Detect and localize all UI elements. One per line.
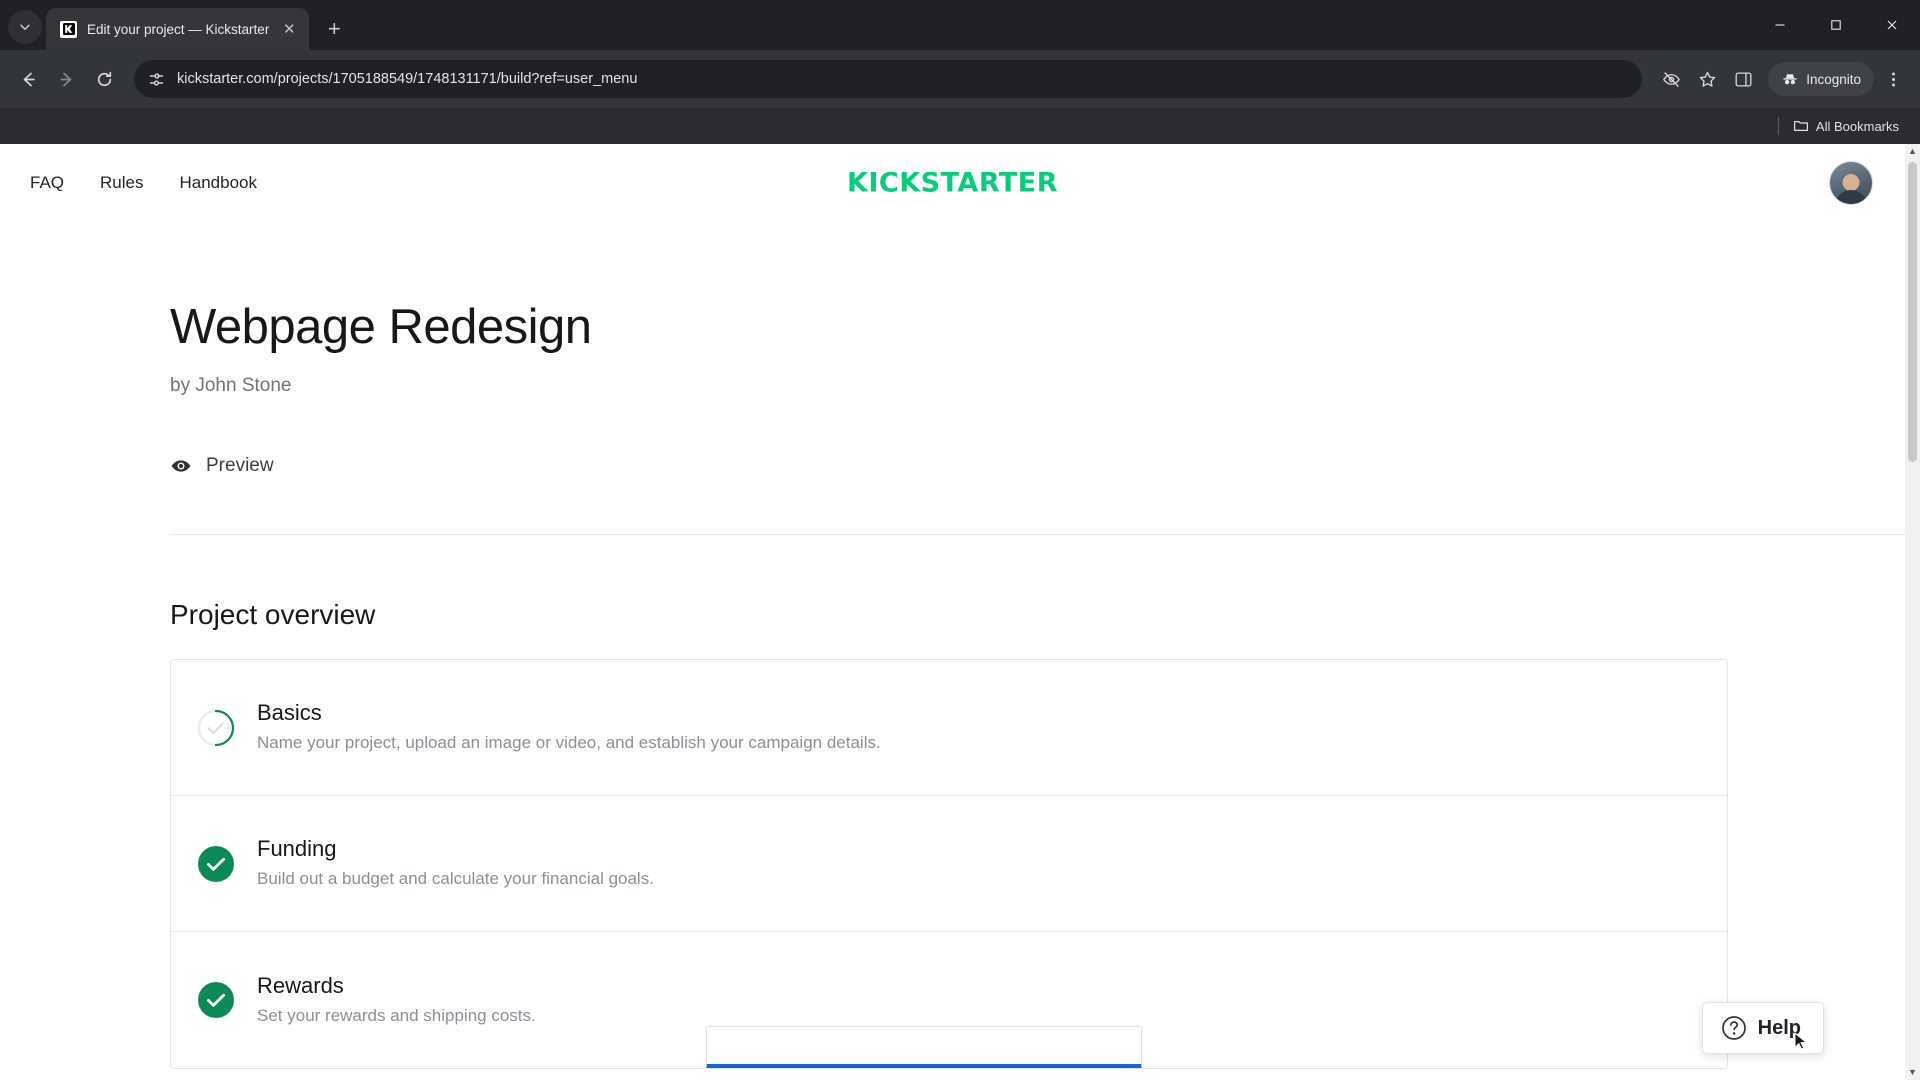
tab-close-icon[interactable]: ✕ xyxy=(279,19,299,39)
address-bar[interactable]: kickstarter.com/projects/1705188549/1748… xyxy=(134,60,1643,98)
checklist-item-rewards[interactable]: Rewards Set your rewards and shipping co… xyxy=(171,932,1727,1069)
circle-check-filled-icon xyxy=(197,845,235,883)
page-scrollbar[interactable]: ▲ ▼ xyxy=(1905,144,1920,1080)
focused-input-underline[interactable] xyxy=(706,1026,1142,1069)
checklist-item-description: Set your rewards and shipping costs. xyxy=(257,1005,536,1025)
site-settings-icon[interactable] xyxy=(148,71,165,88)
checklist-item-title: Rewards xyxy=(257,972,344,998)
three-dot-menu-icon[interactable] xyxy=(1876,62,1910,96)
incognito-hat-icon xyxy=(1781,70,1799,88)
site-header: FAQ Rules Handbook KICKSTARTER xyxy=(0,144,1905,222)
minimize-button[interactable] xyxy=(1752,0,1808,50)
close-window-button[interactable] xyxy=(1864,0,1920,50)
question-mark-circle-icon xyxy=(1721,1015,1747,1041)
nav-link-faq[interactable]: FAQ xyxy=(30,173,64,193)
incognito-indicator[interactable]: Incognito xyxy=(1768,62,1874,96)
all-bookmarks-label: All Bookmarks xyxy=(1815,118,1899,134)
folder-icon xyxy=(1793,118,1809,134)
incognito-label: Incognito xyxy=(1806,71,1861,87)
checklist-item-text: Rewards Set your rewards and shipping co… xyxy=(257,972,536,1026)
page-viewport: FAQ Rules Handbook KICKSTARTER Webpage R… xyxy=(0,144,1920,1080)
star-icon[interactable] xyxy=(1690,62,1724,96)
user-avatar[interactable] xyxy=(1829,160,1873,205)
kickstarter-logo[interactable]: KICKSTARTER xyxy=(847,167,1058,198)
checklist-item-funding[interactable]: Funding Build out a budget and calculate… xyxy=(171,796,1727,933)
page-title: Webpage Redesign xyxy=(170,300,592,354)
checklist-item-text: Basics Name your project, upload an imag… xyxy=(257,702,881,753)
browser-window: Edit your project — Kickstarter ✕ + kick… xyxy=(0,0,1920,1080)
nav-link-rules[interactable]: Rules xyxy=(100,173,143,193)
site-nav: FAQ Rules Handbook xyxy=(30,173,257,193)
nav-link-handbook[interactable]: Handbook xyxy=(179,173,257,193)
project-hero: Webpage Redesign by John Stone Preview xyxy=(0,222,1905,536)
scroll-down-arrow[interactable]: ▼ xyxy=(1908,1065,1917,1080)
scrollbar-thumb[interactable] xyxy=(1908,162,1917,462)
circle-check-filled-icon xyxy=(197,981,235,1019)
back-button[interactable] xyxy=(10,61,46,97)
page-content: FAQ Rules Handbook KICKSTARTER Webpage R… xyxy=(0,144,1905,1080)
bookmarks-bar: All Bookmarks xyxy=(0,108,1920,144)
tab-search-chevron-icon[interactable] xyxy=(8,10,42,44)
reload-button[interactable] xyxy=(86,61,122,97)
forward-button[interactable] xyxy=(48,61,84,97)
preview-label: Preview xyxy=(206,455,274,477)
browser-tab[interactable]: Edit your project — Kickstarter ✕ xyxy=(46,8,310,50)
scroll-up-arrow[interactable]: ▲ xyxy=(1908,144,1917,159)
side-panel-icon[interactable] xyxy=(1726,62,1760,96)
project-byline: by John Stone xyxy=(170,375,292,397)
checklist-item-title: Funding xyxy=(257,836,337,862)
all-bookmarks-button[interactable]: All Bookmarks xyxy=(1788,115,1904,137)
window-controls xyxy=(1752,0,1920,50)
checklist-item-description: Name your project, upload an image or vi… xyxy=(257,733,881,753)
mouse-cursor-icon xyxy=(1794,1031,1808,1052)
eye-slash-icon[interactable] xyxy=(1654,62,1688,96)
checklist-item-basics[interactable]: Basics Name your project, upload an imag… xyxy=(171,660,1727,797)
checklist-item-title: Basics xyxy=(257,700,322,726)
preview-button[interactable]: Preview xyxy=(170,455,274,477)
checklist-item-text: Funding Build out a budget and calculate… xyxy=(257,838,654,889)
maximize-button[interactable] xyxy=(1808,0,1864,50)
circle-check-outline-icon xyxy=(197,709,235,747)
tab-strip: Edit your project — Kickstarter ✕ + xyxy=(0,0,1920,50)
overview-heading: Project overview xyxy=(170,599,376,631)
kickstarter-favicon xyxy=(60,20,77,38)
overview-checklist: Basics Name your project, upload an imag… xyxy=(170,659,1728,1070)
project-overview-section: Project overview Basics Name your projec… xyxy=(0,535,1905,1070)
checklist-item-description: Build out a budget and calculate your fi… xyxy=(257,869,654,889)
browser-toolbar: kickstarter.com/projects/1705188549/1748… xyxy=(0,50,1920,108)
tab-title: Edit your project — Kickstarter xyxy=(87,21,270,37)
eye-icon xyxy=(170,455,192,477)
avatar-body xyxy=(1835,189,1867,204)
new-tab-button[interactable]: + xyxy=(317,12,351,46)
url-text: kickstarter.com/projects/1705188549/1748… xyxy=(177,71,638,87)
bookmarks-separator xyxy=(1777,117,1779,135)
